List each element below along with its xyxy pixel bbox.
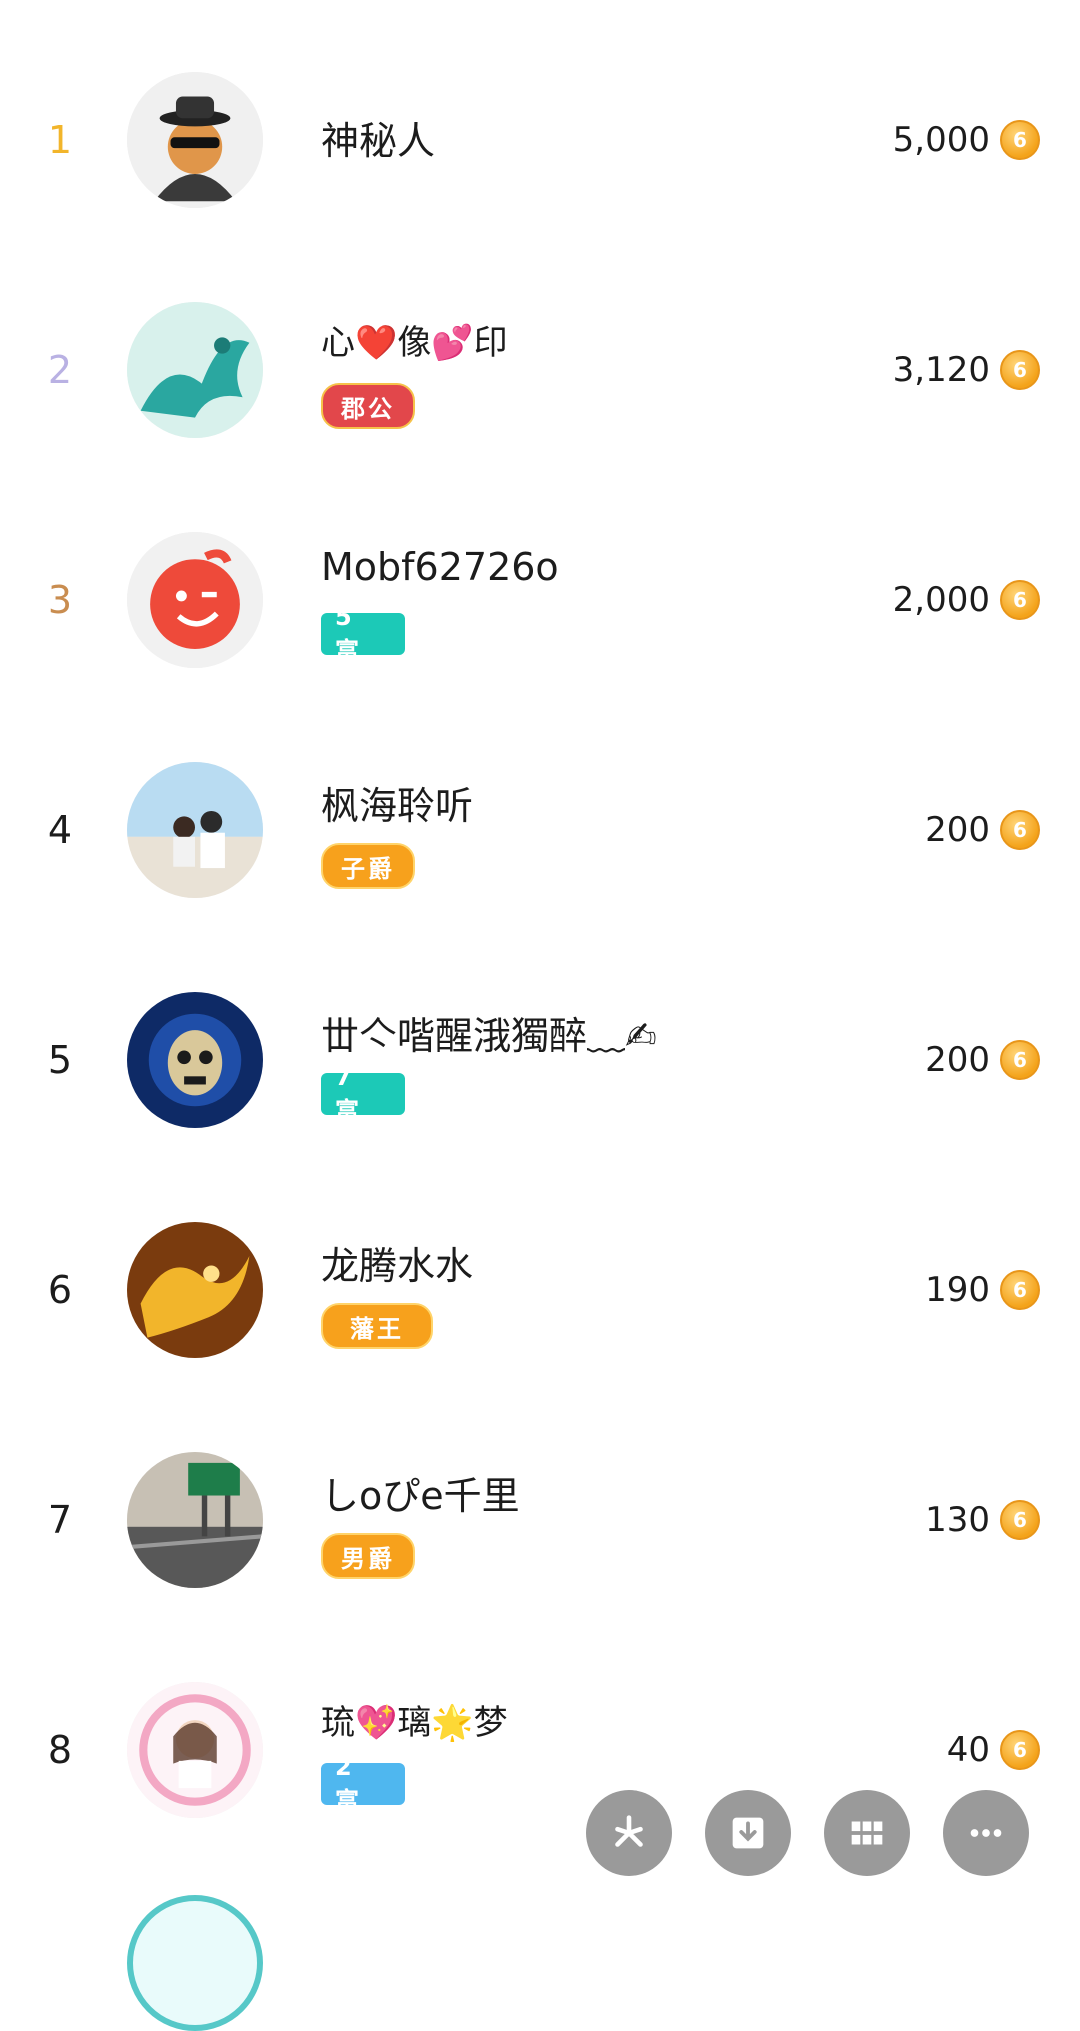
coin-icon: 6 [1000, 1270, 1040, 1310]
avatar[interactable] [127, 302, 263, 438]
rank-number: 5 [47, 1038, 73, 1082]
coin-icon: 6 [1000, 580, 1040, 620]
coin-icon: 6 [1000, 1040, 1040, 1080]
grid-button[interactable] [824, 1790, 910, 1876]
avatar [127, 1895, 263, 2031]
user-name: しoぴe千里 [321, 1474, 520, 1518]
avatar[interactable] [127, 532, 263, 668]
sparkle-icon [615, 1815, 643, 1847]
rank-number: 2 [47, 348, 73, 392]
rank-number: 3 [47, 578, 73, 622]
download-button[interactable] [705, 1790, 791, 1876]
score-value: 200 [925, 810, 990, 850]
wealth-badge: 5 富 [321, 603, 405, 665]
user-name: 琉💖璃🌟梦 [321, 1703, 508, 1743]
rank-number: 1 [47, 118, 73, 162]
download-icon [732, 1817, 764, 1849]
coin-icon: 6 [1000, 1730, 1040, 1770]
avatar[interactable] [127, 72, 263, 208]
more-icon [970, 1829, 1002, 1837]
score-value: 5,000 [892, 120, 990, 160]
floating-action-bar [0, 1790, 1080, 1880]
sparkle-button[interactable] [586, 1790, 672, 1876]
leaderboard-row[interactable]: 6 龙腾水水 藩王 190 6 [0, 1175, 1080, 1405]
noble-badge: 子爵 [321, 843, 415, 889]
noble-badge: 藩王 [321, 1303, 433, 1349]
grid-icon [851, 1821, 883, 1845]
coin-icon: 6 [1000, 120, 1040, 160]
user-name: Mobf62726o [321, 545, 559, 589]
avatar[interactable] [127, 1452, 263, 1588]
score-value: 2,000 [892, 580, 990, 620]
avatar[interactable] [127, 992, 263, 1128]
leaderboard-row[interactable]: 4 枫海聆听 子爵 200 6 [0, 715, 1080, 945]
rank-number: 6 [47, 1268, 73, 1312]
user-name: 神秘人 [321, 119, 436, 163]
user-name: 丗亽喈醒涐獨醉﹏✍ [321, 1014, 657, 1058]
noble-badge: 男爵 [321, 1533, 415, 1579]
rank-number: 7 [47, 1498, 73, 1542]
avatar[interactable] [127, 762, 263, 898]
leaderboard-row[interactable]: 7 しoぴe千里 男爵 130 6 [0, 1405, 1080, 1635]
score-value: 130 [925, 1500, 990, 1540]
leaderboard-row[interactable]: 5 丗亽喈醒涐獨醉﹏✍ 7 富 200 6 [0, 945, 1080, 1175]
leaderboard-row[interactable]: 1 神秘人 5,000 6 [0, 25, 1080, 255]
coin-icon: 6 [1000, 350, 1040, 390]
more-button[interactable] [943, 1790, 1029, 1876]
score-value: 190 [925, 1270, 990, 1310]
rank-number: 4 [47, 808, 73, 852]
coin-icon: 6 [1000, 810, 1040, 850]
coin-icon: 6 [1000, 1500, 1040, 1540]
leaderboard-row[interactable]: 2 心❤️像💕印 郡公 3,120 6 [0, 255, 1080, 485]
leaderboard-row[interactable]: 3 Mobf62726o 5 富 2,000 6 [0, 485, 1080, 715]
user-name: 心❤️像💕印 [321, 323, 508, 363]
user-name: 龙腾水水 [321, 1244, 474, 1288]
wealth-badge: 7 富 [321, 1063, 405, 1125]
score-value: 200 [925, 1040, 990, 1080]
noble-badge: 郡公 [321, 383, 415, 429]
score-value: 3,120 [892, 350, 990, 390]
avatar[interactable] [127, 1222, 263, 1358]
user-name: 枫海聆听 [321, 784, 474, 828]
